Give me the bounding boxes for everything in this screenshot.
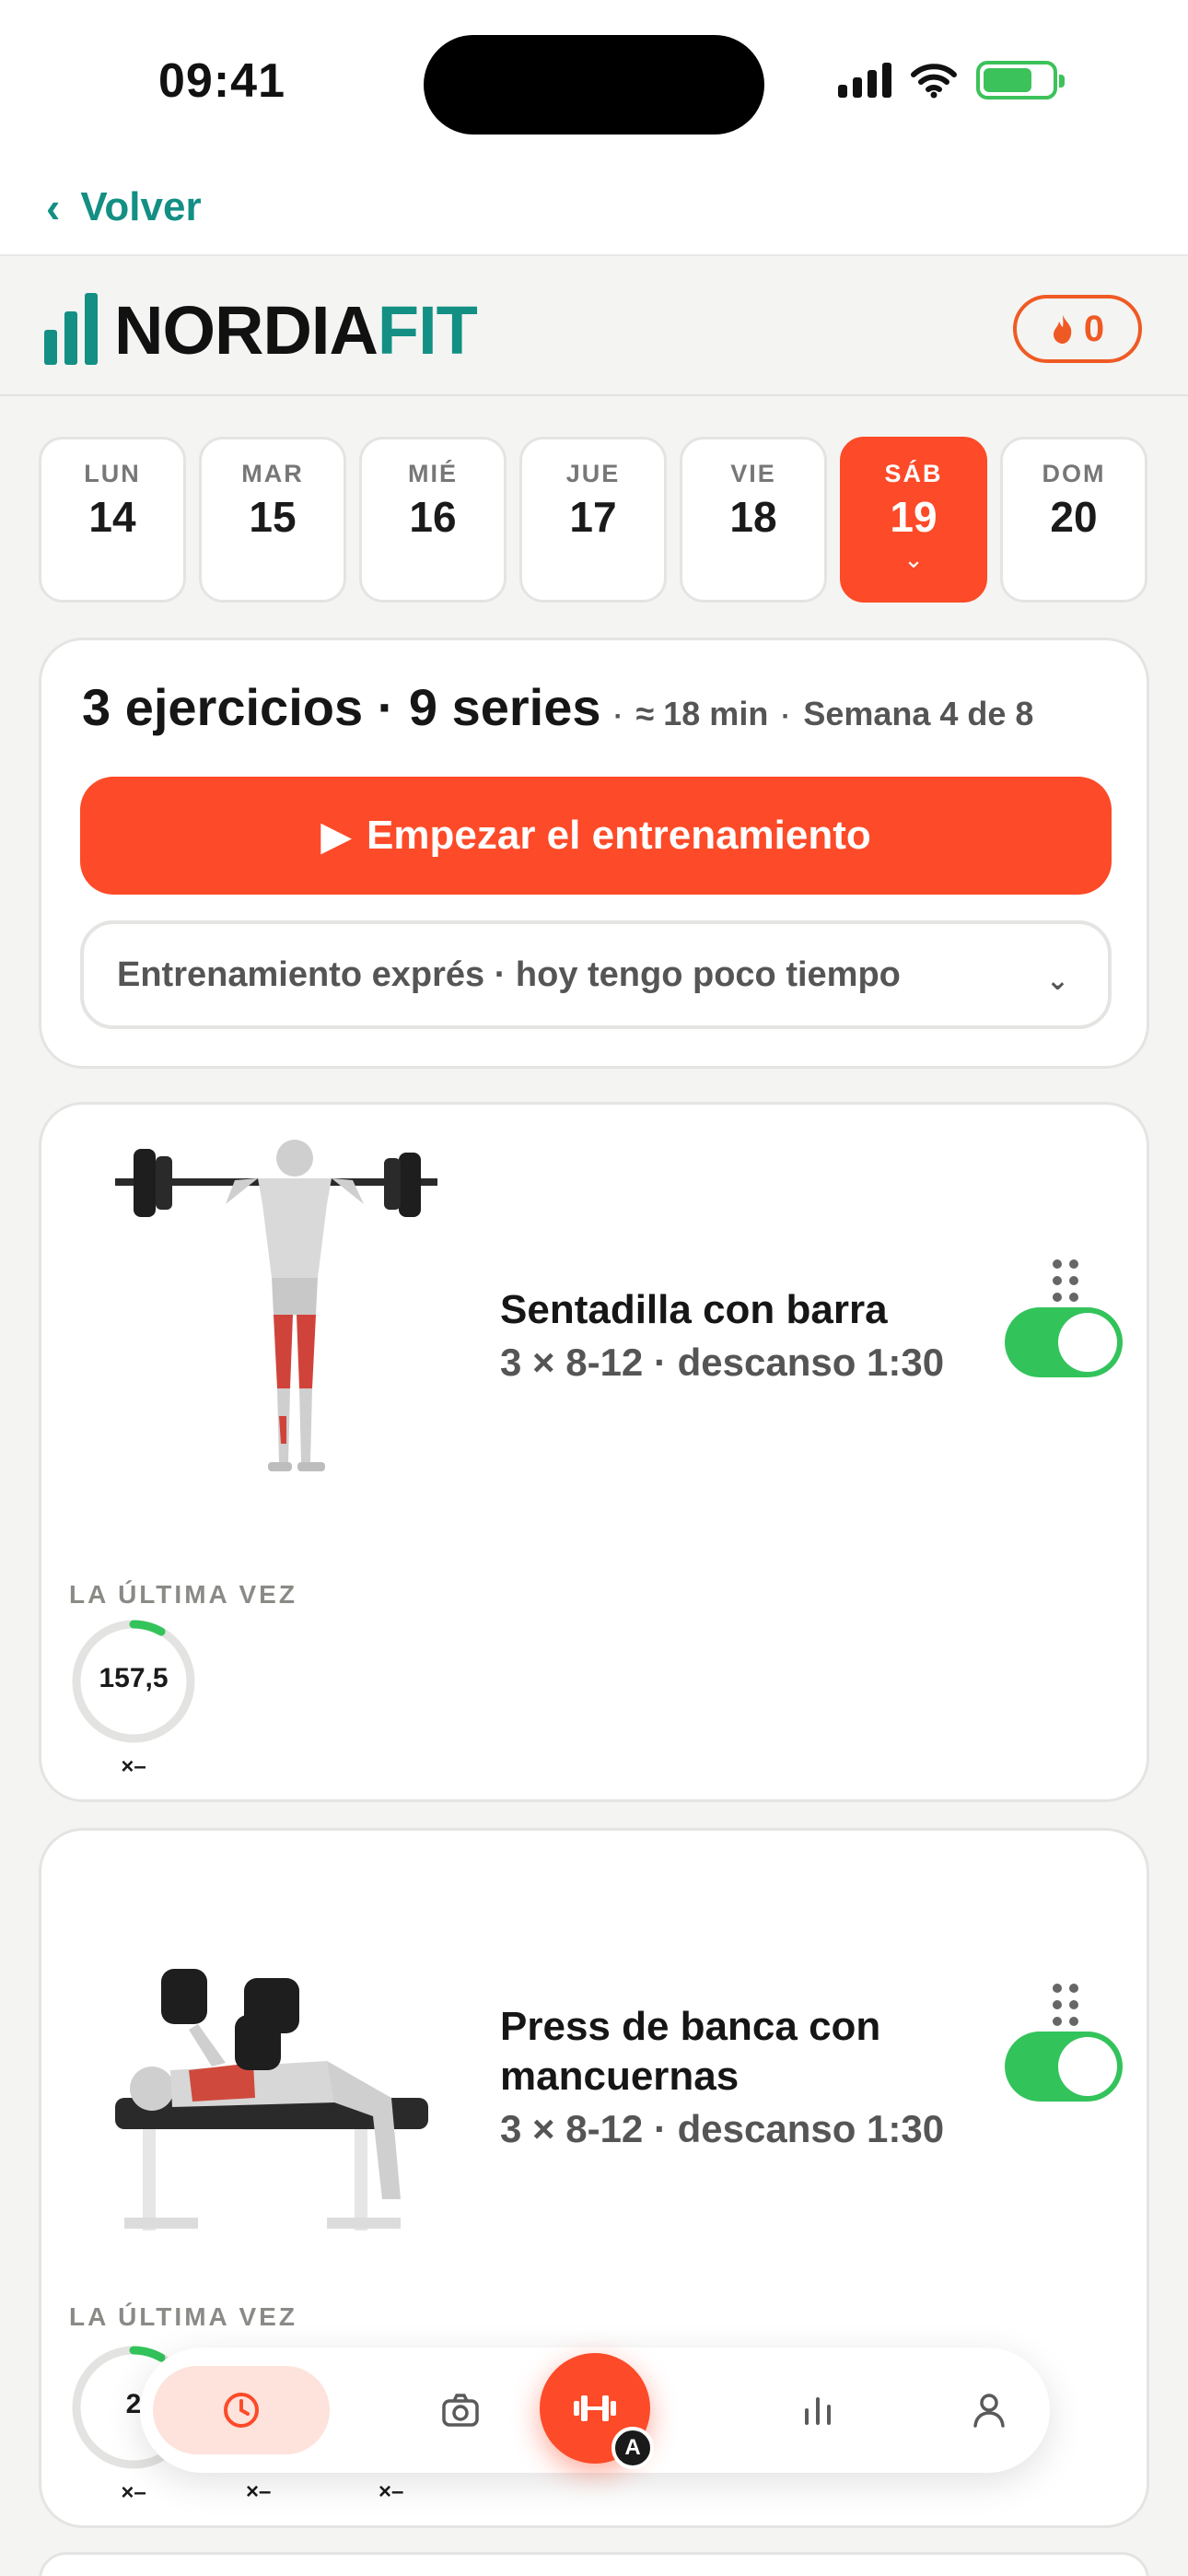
day-mon[interactable]: LUN 14 [39,437,186,603]
express-workout-label: Entrenamiento exprés · hoy tengo poco ti… [117,954,901,994]
last-time-ring: 157,5 ×– [69,1617,198,1780]
estimated-duration: ≈ 18 min [635,695,769,732]
exercise-info: Sentadilla con barra 3 × 8-12 · descanso… [500,1285,979,1385]
last-time-reps: ×– [121,2480,146,2505]
start-workout-label: Empezar el entrenamiento [367,813,871,858]
tab-stats[interactable] [774,2366,862,2454]
cellular-signal-icon [838,63,891,98]
battery-icon [976,61,1065,100]
chevron-down-icon: ⌄ [903,545,924,573]
dumbbell-bench-press-illustration [115,1969,428,2231]
status-bar: 09:41 [0,0,1188,158]
exercise-series-count: 3 ejercicios · 9 series [82,678,601,736]
status-icons [838,61,1065,100]
last-time-label: LA ÚLTIMA VEZ [69,2302,297,2331]
brand-name: NORDIAFIT [114,292,478,369]
last-time-value: 157,5 [99,1663,169,1693]
streak-count: 0 [1083,308,1105,349]
start-workout-button[interactable]: ▶ Empezar el entrenamiento [80,777,1112,895]
last-time-label: LA ÚLTIMA VEZ [69,1580,297,1609]
day-thu[interactable]: JUE 17 [519,437,667,603]
express-workout-dropdown[interactable]: Entrenamiento exprés · hoy tengo poco ti… [80,920,1112,1029]
brand-bar: NORDIAFIT 0 [0,258,1188,396]
workout-summary: 3 ejercicios · 9 series · ≈ 18 min · Sem… [82,678,1034,736]
last-time-reps: ×– [121,1754,146,1779]
play-icon: ▶ [320,813,353,859]
dynamic-island [424,35,764,135]
streak-badge[interactable]: 0 [1013,295,1142,363]
drag-handle-icon[interactable] [1049,1256,1082,1306]
clock-icon [224,2393,259,2428]
day-wed[interactable]: MIÉ 16 [359,437,507,603]
exercise-detail: 3 × 8-12 · descanso 1:30 [500,1341,945,1384]
top-navigation: ‹ Volver [0,158,1188,256]
week-progress: Semana 4 de 8 [803,695,1034,732]
day-tue[interactable]: MAR 15 [199,437,346,603]
day-sun[interactable]: DOM 20 [1000,437,1147,603]
camera-icon [442,2394,479,2427]
auto-badge: A [611,2427,654,2469]
exercise-title: Sentadilla con barra [500,1287,888,1332]
chevron-down-icon: ⌄ [1045,966,1069,996]
exercise-title: Press de banca con mancuernas [500,2004,881,2099]
dumbbell-icon [574,2395,616,2421]
tab-camera[interactable] [416,2366,505,2454]
profile-icon [973,2394,1005,2428]
barbell-squat-illustration [115,1140,437,1471]
workout-summary-card: 3 ejercicios · 9 series · ≈ 18 min · Sem… [39,638,1149,1069]
back-label: Volver [80,184,202,229]
set-2-reps: ×– [246,2479,272,2504]
status-time: 09:41 [158,54,285,108]
day-fri[interactable]: VIE 18 [680,437,827,603]
back-button[interactable]: ‹ Volver [46,182,202,232]
tab-history[interactable] [153,2366,330,2454]
flame-icon [1053,315,1072,344]
exercise-toggle[interactable] [1005,1307,1123,1377]
tab-profile[interactable] [945,2366,1033,2454]
exercise-toggle[interactable] [1005,2032,1123,2102]
exercise-card-next [39,2552,1149,2576]
set-3-reps: ×– [379,2479,404,2504]
stats-icon [805,2397,831,2425]
chevron-left-icon: ‹ [46,183,61,231]
bottom-tab-bar: A [140,2348,1050,2473]
bar-chart-logo-icon [44,293,98,365]
drag-handle-icon[interactable] [1049,1980,1082,2030]
wifi-icon [911,64,957,99]
exercise-card-squat[interactable]: Sentadilla con barra 3 × 8-12 · descanso… [39,1102,1149,1802]
day-sat-selected[interactable]: SÁB 19 ⌄ [840,437,987,603]
exercise-info: Press de banca con mancuernas 3 × 8-12 ·… [500,2002,979,2151]
week-day-selector: LUN 14 MAR 15 MIÉ 16 JUE 17 VIE 18 SÁB 19 ⌄ DOM… [39,437,1147,603]
exercise-detail: 3 × 8-12 · descanso 1:30 [500,2107,945,2150]
